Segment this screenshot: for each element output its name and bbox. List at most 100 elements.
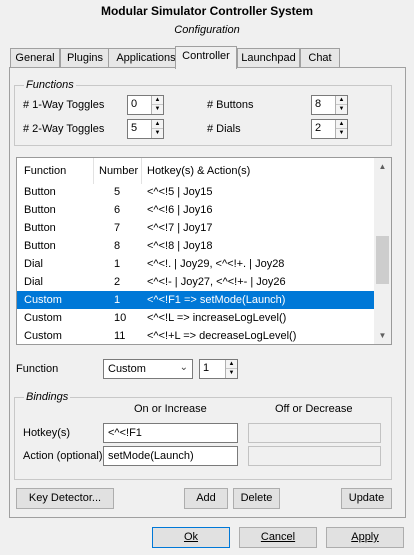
row-function: Dial bbox=[24, 258, 43, 270]
action-on-field[interactable]: setMode(Launch) bbox=[103, 446, 238, 466]
spin-down-icon[interactable]: ▼ bbox=[152, 129, 163, 138]
delete-button[interactable]: Delete bbox=[233, 488, 280, 509]
table-row[interactable]: Button 6 <^<!6 | Joy16 bbox=[17, 201, 375, 219]
page-subtitle: Configuration bbox=[174, 24, 240, 36]
spin-up-icon[interactable]: ▲ bbox=[152, 96, 163, 105]
function-number-value: 1 bbox=[203, 362, 210, 374]
action-label: Action (optional) bbox=[23, 450, 103, 462]
row-function: Button bbox=[24, 240, 56, 252]
row-number: 10 bbox=[114, 312, 127, 324]
update-button[interactable]: Update bbox=[341, 488, 392, 509]
ok-button-label: Ok bbox=[183, 531, 199, 543]
table-header: Function Number Hotkey(s) & Action(s) bbox=[17, 158, 375, 184]
row-function: Custom bbox=[24, 330, 62, 342]
tab-plugins[interactable]: Plugins bbox=[60, 48, 110, 68]
column-header-function[interactable]: Function bbox=[24, 165, 66, 177]
tab-applications[interactable]: Applications bbox=[108, 48, 184, 68]
buttons-count-label: # Buttons bbox=[207, 99, 254, 111]
row-function: Custom bbox=[24, 312, 62, 324]
spin-down-icon[interactable]: ▼ bbox=[336, 105, 347, 114]
chevron-down-icon: ⌄ bbox=[179, 362, 188, 373]
spin-up-icon[interactable]: ▲ bbox=[336, 120, 347, 129]
table-row[interactable]: Button 8 <^<!8 | Joy18 bbox=[17, 237, 375, 255]
spin-up-icon[interactable]: ▲ bbox=[336, 96, 347, 105]
cancel-button-label: Cancel bbox=[260, 531, 296, 543]
row-number: 5 bbox=[114, 186, 121, 198]
hotkey-off-field[interactable] bbox=[248, 423, 381, 443]
table-row[interactable]: Dial 2 <^<!- | Joy27, <^<!+- | Joy26 bbox=[17, 273, 375, 291]
row-hotkeys: <^<!. | Joy29, <^<!+. | Joy28 bbox=[147, 258, 285, 270]
row-hotkeys: <^<!7 | Joy17 bbox=[147, 222, 213, 234]
scroll-down-icon[interactable]: ▼ bbox=[374, 327, 391, 344]
cancel-button[interactable]: Cancel bbox=[239, 527, 317, 548]
action-on-value: setMode(Launch) bbox=[108, 450, 194, 462]
hotkey-on-field[interactable]: <^<!F1 bbox=[103, 423, 238, 443]
row-number: 1 bbox=[114, 294, 121, 306]
table-scrollbar[interactable]: ▲ ▼ bbox=[374, 158, 391, 344]
row-hotkeys: <^<!6 | Joy16 bbox=[147, 204, 213, 216]
row-hotkeys: <^<!- | Joy27, <^<!+- | Joy26 bbox=[147, 276, 286, 288]
ok-button[interactable]: Ok bbox=[152, 527, 230, 548]
dials-count-value: 2 bbox=[315, 122, 322, 134]
tab-chat[interactable]: Chat bbox=[300, 48, 340, 68]
table-row-selected[interactable]: Custom 1 <^<!F1 => setMode(Launch) bbox=[17, 291, 375, 309]
scroll-up-icon[interactable]: ▲ bbox=[374, 158, 391, 175]
two-way-toggles-value: 5 bbox=[131, 122, 138, 134]
functions-table[interactable]: Function Number Hotkey(s) & Action(s) Bu… bbox=[16, 157, 392, 345]
one-way-toggles-value: 0 bbox=[131, 98, 138, 110]
hotkeys-label: Hotkey(s) bbox=[23, 427, 71, 439]
tab-launchpad[interactable]: Launchpad bbox=[237, 48, 300, 68]
table-row[interactable]: Dial 1 <^<!. | Joy29, <^<!+. | Joy28 bbox=[17, 255, 375, 273]
function-label: Function bbox=[16, 363, 59, 375]
row-hotkeys: <^<!F1 => setMode(Launch) bbox=[147, 294, 286, 306]
spin-down-icon[interactable]: ▼ bbox=[336, 129, 347, 138]
table-row[interactable]: Custom 11 <^<!+L => decreaseLogLevel() bbox=[17, 327, 375, 344]
function-type-value: Custom bbox=[108, 363, 146, 375]
dials-count-spinner[interactable]: 2 ▲ ▼ bbox=[311, 119, 348, 139]
row-function: Button bbox=[24, 186, 56, 198]
two-way-toggles-label: # 2-Way Toggles bbox=[23, 123, 105, 135]
two-way-toggles-spinner[interactable]: 5 ▲ ▼ bbox=[127, 119, 164, 139]
apply-button[interactable]: Apply bbox=[326, 527, 404, 548]
app-title: Modular Simulator Controller System bbox=[100, 4, 314, 18]
key-detector-button[interactable]: Key Detector... bbox=[16, 488, 114, 509]
function-type-select[interactable]: Custom ⌄ bbox=[103, 359, 193, 379]
row-hotkeys: <^<!+L => decreaseLogLevel() bbox=[147, 330, 297, 342]
row-hotkeys: <^<!L => increaseLogLevel() bbox=[147, 312, 287, 324]
add-button[interactable]: Add bbox=[184, 488, 228, 509]
row-function: Button bbox=[24, 222, 56, 234]
row-function: Button bbox=[24, 204, 56, 216]
action-off-field[interactable] bbox=[248, 446, 381, 466]
row-number: 6 bbox=[114, 204, 121, 216]
dials-count-label: # Dials bbox=[207, 123, 241, 135]
functions-group-title: Functions bbox=[24, 79, 76, 91]
off-or-decrease-header: Off or Decrease bbox=[275, 403, 353, 415]
spin-down-icon[interactable]: ▼ bbox=[152, 105, 163, 114]
row-function: Custom bbox=[24, 294, 62, 306]
spin-up-icon[interactable]: ▲ bbox=[152, 120, 163, 129]
tab-controller[interactable]: Controller bbox=[175, 46, 237, 69]
table-row[interactable]: Custom 10 <^<!L => increaseLogLevel() bbox=[17, 309, 375, 327]
row-number: 8 bbox=[114, 240, 121, 252]
row-number: 2 bbox=[114, 276, 121, 288]
row-hotkeys: <^<!8 | Joy18 bbox=[147, 240, 213, 252]
hotkey-on-value: <^<!F1 bbox=[108, 427, 142, 439]
tab-general[interactable]: General bbox=[10, 48, 60, 68]
row-number: 7 bbox=[114, 222, 121, 234]
column-header-hotkeys[interactable]: Hotkey(s) & Action(s) bbox=[147, 165, 250, 177]
spin-up-icon[interactable]: ▲ bbox=[226, 360, 237, 369]
function-number-spinner[interactable]: 1 ▲ ▼ bbox=[199, 359, 238, 379]
buttons-count-spinner[interactable]: 8 ▲ ▼ bbox=[311, 95, 348, 115]
row-function: Dial bbox=[24, 276, 43, 288]
apply-button-label: Apply bbox=[351, 531, 379, 543]
scrollbar-thumb[interactable] bbox=[376, 236, 389, 284]
table-row[interactable]: Button 7 <^<!7 | Joy17 bbox=[17, 219, 375, 237]
one-way-toggles-spinner[interactable]: 0 ▲ ▼ bbox=[127, 95, 164, 115]
table-row[interactable]: Button 5 <^<!5 | Joy15 bbox=[17, 183, 375, 201]
spin-down-icon[interactable]: ▼ bbox=[226, 369, 237, 378]
column-header-number[interactable]: Number bbox=[99, 165, 138, 177]
buttons-count-value: 8 bbox=[315, 98, 322, 110]
bindings-group-title: Bindings bbox=[24, 391, 71, 403]
on-or-increase-header: On or Increase bbox=[134, 403, 207, 415]
row-number: 1 bbox=[114, 258, 121, 270]
